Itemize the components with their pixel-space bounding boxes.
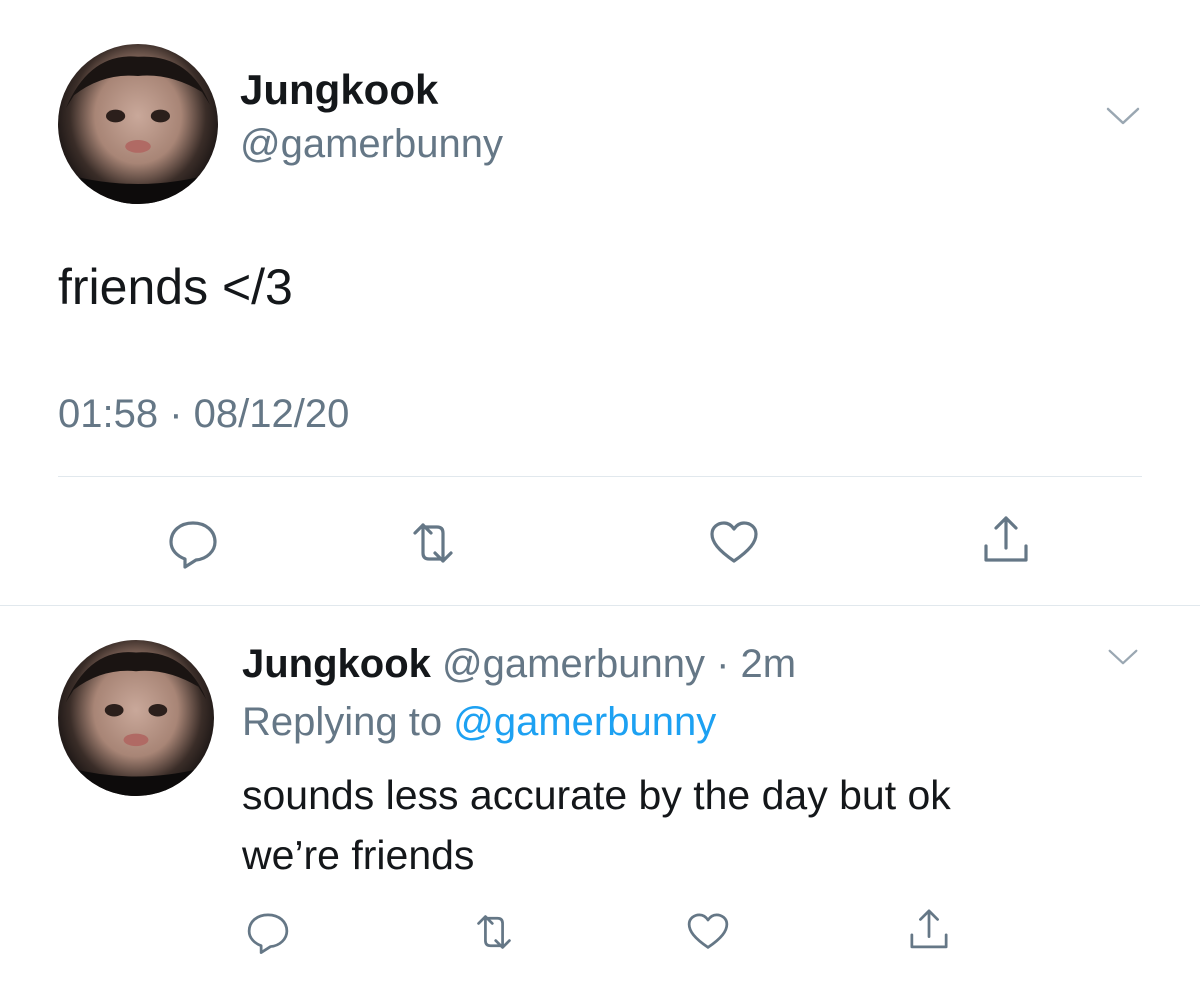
- reply-tweet-handle[interactable]: @gamerbunny: [442, 642, 705, 686]
- reply-tweet-text-line1: sounds less accurate by the day but ok: [242, 772, 951, 818]
- main-tweet-handle[interactable]: @gamerbunny: [240, 122, 503, 167]
- reply-icon[interactable]: [244, 908, 292, 956]
- reply-tweet-avatar[interactable]: [58, 640, 214, 796]
- main-tweet-avatar[interactable]: [58, 44, 218, 204]
- reply-tweet-text-line2: we’re friends: [242, 832, 475, 878]
- share-icon[interactable]: [905, 904, 953, 952]
- main-tweet-display-name[interactable]: Jungkook: [240, 66, 438, 114]
- chevron-down-icon[interactable]: [1105, 106, 1141, 126]
- reply-tweet-display-name[interactable]: Jungkook: [242, 642, 431, 686]
- main-tweet-text: friends </3: [58, 259, 293, 315]
- replying-to-handle-link[interactable]: @gamerbunny: [453, 700, 716, 744]
- retweet-icon[interactable]: [405, 515, 461, 571]
- main-tweet-timestamp: 01:58 · 08/12/20: [58, 392, 350, 436]
- replying-to-line: Replying to @gamerbunny: [242, 700, 716, 745]
- chevron-down-icon[interactable]: [1107, 648, 1139, 666]
- reply-icon[interactable]: [165, 515, 221, 571]
- main-tweet-divider: [58, 476, 1142, 477]
- thread-divider: [0, 605, 1200, 606]
- like-icon[interactable]: [706, 515, 762, 571]
- like-icon[interactable]: [684, 908, 732, 956]
- reply-tweet-header: Jungkook @gamerbunny · 2m: [242, 642, 796, 687]
- replying-to-label: Replying to: [242, 700, 443, 744]
- reply-tweet-age: · 2m: [716, 642, 797, 686]
- share-icon[interactable]: [978, 510, 1034, 566]
- retweet-icon[interactable]: [470, 908, 518, 956]
